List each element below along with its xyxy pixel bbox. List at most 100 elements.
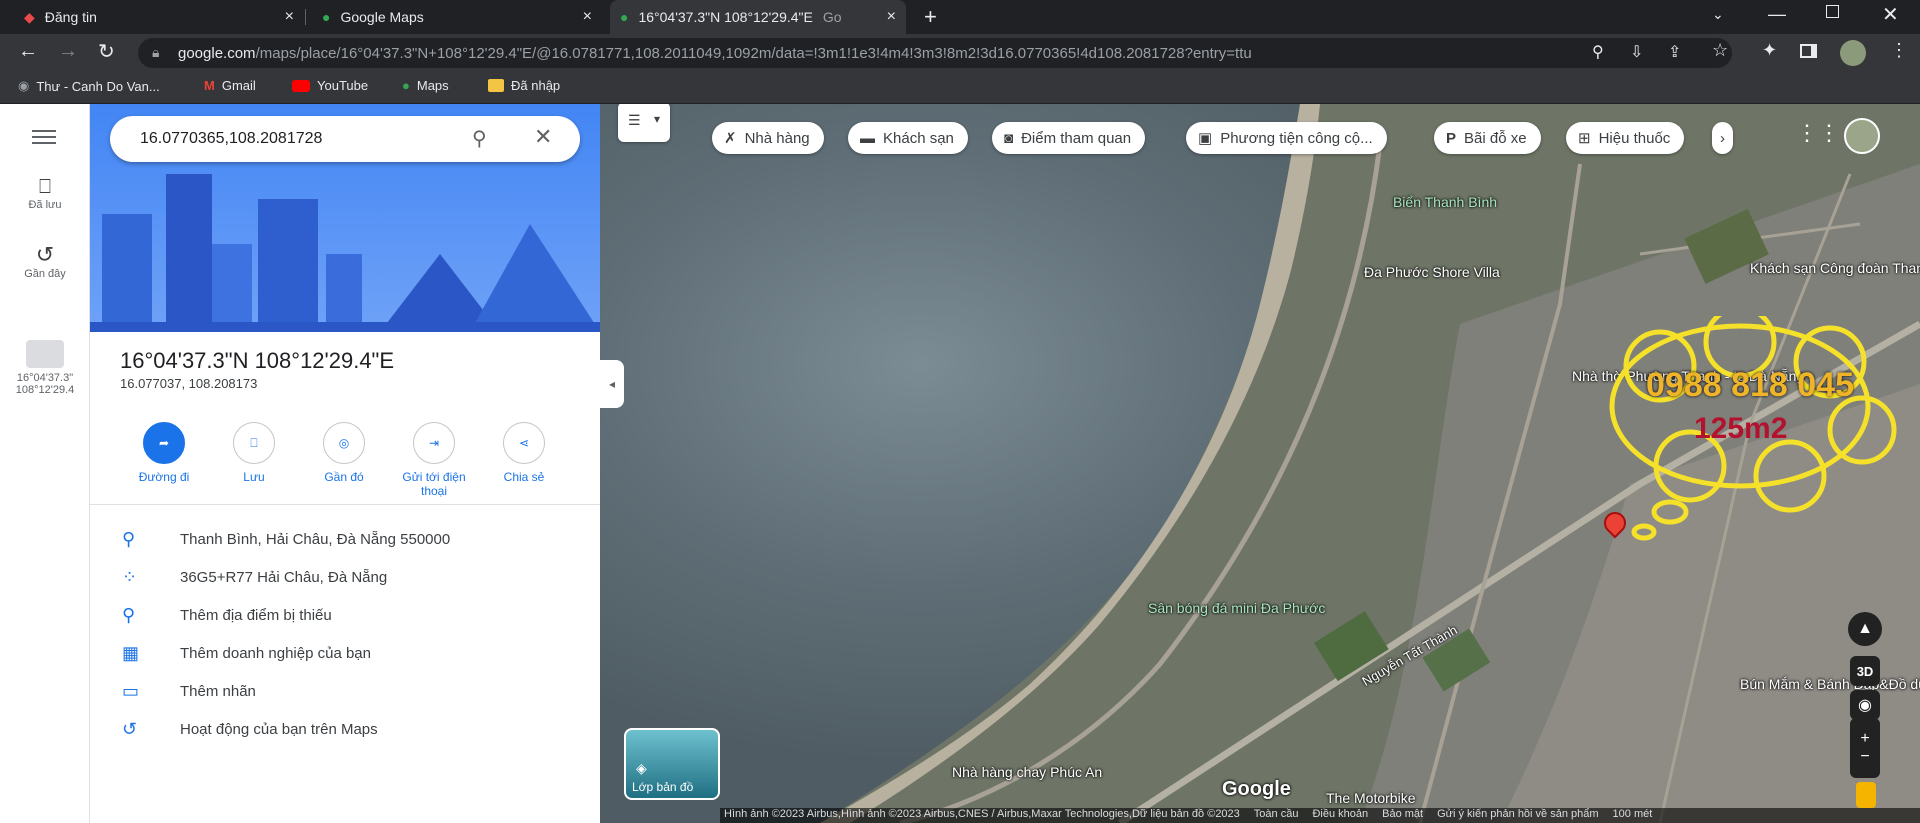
map-label-hotel[interactable]: Khách sạn Công đoàn Thanh Bình — [1750, 260, 1920, 276]
footer-link[interactable]: Gửi ý kiến phản hồi về sản phẩm — [1437, 808, 1598, 823]
rail-recent[interactable]: ↺ Gần đây — [0, 242, 90, 280]
action-label: Chia sẻ — [503, 470, 545, 484]
collapse-panel-button[interactable]: ◂ — [600, 360, 624, 408]
zoom-out-icon[interactable]: − — [1860, 748, 1869, 766]
maximize-icon[interactable] — [1826, 5, 1839, 18]
clear-search-icon[interactable]: ✕ — [534, 124, 552, 150]
tab-close-icon[interactable]: × — [285, 8, 294, 26]
tab-active-place[interactable]: ● 16°04'37.3"N 108°12'29.4"E Go × — [610, 0, 906, 34]
bookmark-gmail[interactable]: M Gmail — [204, 78, 256, 93]
back-icon[interactable]: ← — [18, 40, 38, 63]
compass-icon[interactable]: ▲ — [1848, 612, 1882, 646]
profile-avatar[interactable] — [1840, 40, 1866, 66]
bookmark-thu[interactable]: ◉ Thư - Canh Do Van... — [18, 78, 160, 94]
close-window-icon[interactable]: ✕ — [1882, 2, 1899, 27]
tab-title: Google Maps — [340, 9, 424, 25]
tab-favicon-icon: ◆ — [24, 8, 35, 25]
recent-place-line2: 108°12'29.4 — [15, 384, 75, 396]
tab-dang-tin[interactable]: ◆ Đăng tin × — [14, 0, 304, 34]
rail-saved[interactable]: ⎕ Đã lưu — [0, 176, 90, 211]
search-input[interactable]: 16.0770365,108.2081728 — [140, 130, 322, 148]
history-icon: ↺ — [35, 242, 55, 267]
info-row-add-label[interactable]: ▭ Thêm nhãn — [90, 672, 600, 710]
scale-label[interactable]: 100 mét — [1613, 808, 1653, 823]
menu-kebab-icon[interactable]: ⋮ — [1890, 40, 1908, 61]
chip-label: Nhà hàng — [744, 129, 810, 147]
place-coordinates: 16.077037, 108.208173 — [120, 376, 258, 391]
footer-link[interactable]: Bảo mật — [1382, 808, 1423, 823]
tab-title-suffix: Go — [822, 9, 842, 25]
footer-link[interactable]: Điều khoản — [1312, 808, 1368, 823]
info-row-address[interactable]: ⚲ Thanh Bình, Hải Châu, Đà Nẵng 550000 — [90, 520, 600, 558]
extensions-icon[interactable]: ✦ — [1762, 40, 1777, 61]
map-label-motorbike[interactable]: The Motorbike — [1326, 790, 1415, 806]
install-icon[interactable]: ⇩ — [1630, 42, 1643, 62]
location-icon[interactable]: ⚲ — [1592, 42, 1604, 62]
gmail-icon: M — [204, 78, 215, 93]
history-icon: ↺ — [122, 718, 138, 739]
new-tab-button[interactable]: + — [924, 4, 937, 30]
footer-link[interactable]: Toàn cầu — [1254, 808, 1299, 823]
send-to-phone-button[interactable]: ⇥ Gửi tới điện thoại — [388, 422, 480, 498]
minimize-icon[interactable]: — — [1768, 4, 1786, 25]
address-bar[interactable]: 🔒︎ google.com /maps/place/16°04'37.3"N+1… — [138, 38, 1732, 68]
map-type-toggle[interactable]: ☰ ▾ — [618, 104, 670, 142]
chip-transit[interactable]: ▣ Phương tiện công cộ... — [1186, 122, 1387, 154]
forward-icon[interactable]: → — [58, 40, 78, 63]
chip-pharmacy[interactable]: ⊞ Hiệu thuốc — [1566, 122, 1685, 154]
bookmark-icon: ⎕ — [233, 422, 275, 464]
bookmark-youtube[interactable]: YouTube — [292, 78, 368, 93]
chip-attractions[interactable]: ◙ Điểm tham quan — [992, 122, 1146, 154]
tab-strip: ◆ Đăng tin × ● Google Maps × ● 16°04'37.… — [0, 0, 1920, 34]
side-panel-icon[interactable] — [1800, 44, 1817, 58]
search-box[interactable]: 16.0770365,108.2081728 ⚲ ✕ — [110, 116, 580, 162]
lock-icon[interactable]: 🔒︎ — [152, 44, 159, 61]
tilt-3d-button[interactable]: 3D — [1850, 656, 1880, 686]
maps-left-rail: ⎕ Đã lưu ↺ Gần đây 16°04'37.3" 108°12'29… — [0, 104, 90, 823]
tab-google-maps[interactable]: ● Google Maps × — [312, 0, 602, 34]
label-icon: ▭ — [122, 680, 140, 701]
tab-search-icon[interactable]: ⌄ — [1712, 6, 1724, 23]
search-icon[interactable]: ⚲ — [472, 126, 487, 151]
bookmark-folder-imported[interactable]: Đã nhập — [488, 78, 560, 93]
nearby-button[interactable]: ◎ Gần đó — [298, 422, 390, 484]
share-button[interactable]: ⋖ Chia sẻ — [478, 422, 570, 484]
action-label: Gửi tới điện thoại — [402, 470, 466, 498]
bookmark-maps[interactable]: ● Maps — [402, 78, 449, 93]
reload-icon[interactable]: ↻ — [98, 39, 115, 64]
overlay-area: 125m2 — [1694, 412, 1788, 445]
bed-icon: ▬ — [860, 129, 875, 147]
info-row-activity[interactable]: ↺ Hoạt động của bạn trên Maps — [90, 710, 600, 748]
directions-button[interactable]: ➦ Đường đi — [118, 422, 210, 484]
account-avatar[interactable] — [1844, 118, 1880, 154]
zoom-in-icon[interactable]: + — [1860, 730, 1869, 748]
map-label-beach[interactable]: Biển Thanh Bình — [1390, 194, 1500, 210]
map-label-field[interactable]: Sân bóng đá mini Đa Phước — [1148, 600, 1325, 616]
save-button[interactable]: ⎕ Lưu — [208, 422, 300, 484]
bookmark-star-icon[interactable]: ☆ — [1712, 40, 1728, 61]
info-text: Thêm địa điểm bị thiếu — [180, 606, 332, 624]
map-label-restaurant[interactable]: Nhà hàng chay Phúc An — [952, 764, 1102, 780]
pegman-icon[interactable] — [1856, 782, 1876, 808]
chips-next-button[interactable]: › — [1712, 122, 1733, 154]
map-label-villa[interactable]: Đa Phước Shore Villa — [1364, 264, 1500, 280]
chevron-down-icon: ▾ — [654, 112, 661, 126]
rail-recent-place[interactable]: 16°04'37.3" 108°12'29.4 — [0, 340, 90, 396]
tab-close-icon[interactable]: × — [887, 8, 896, 26]
layers-button[interactable]: ◈ Lớp bản đồ — [624, 728, 720, 800]
hamburger-menu-icon[interactable] — [32, 126, 56, 148]
info-row-add-business[interactable]: ▦ Thêm doanh nghiệp của bạn — [90, 634, 600, 672]
tab-separator — [305, 9, 306, 25]
chip-label: Phương tiện công cộ... — [1220, 129, 1373, 147]
chip-parking[interactable]: P Bãi đỗ xe — [1434, 122, 1541, 154]
share-icon[interactable]: ⇪ — [1668, 42, 1681, 62]
info-text: Thêm nhãn — [180, 682, 256, 700]
chip-label: Bãi đỗ xe — [1464, 129, 1527, 147]
satellite-map[interactable]: ☰ ▾ ✗ Nhà hàng ▬ Khách sạn ◙ Điểm tham quan… — [600, 104, 1920, 823]
chip-restaurants[interactable]: ✗ Nhà hàng — [712, 122, 824, 154]
street-view-icon[interactable]: ◉ — [1850, 690, 1880, 720]
tab-close-icon[interactable]: × — [583, 8, 592, 26]
info-row-plus-code[interactable]: ⁘ 36G5+R77 Hải Châu, Đà Nẵng — [90, 558, 600, 596]
info-row-add-place[interactable]: ⚲ Thêm địa điểm bị thiếu — [90, 596, 600, 634]
chip-hotels[interactable]: ▬ Khách sạn — [848, 122, 968, 154]
